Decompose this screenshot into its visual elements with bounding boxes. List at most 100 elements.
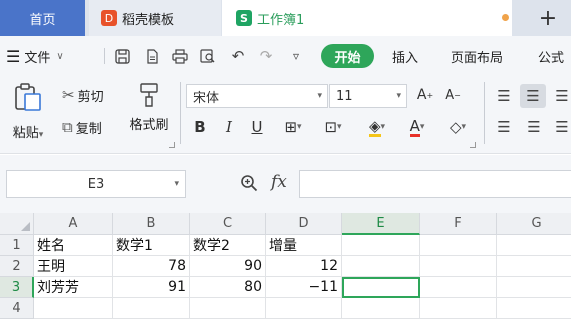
cell-d2[interactable]: 12 [266, 256, 342, 277]
cell-g3[interactable] [497, 277, 571, 298]
divider [484, 82, 485, 144]
column-header-f[interactable]: F [420, 213, 497, 235]
cell-c1[interactable]: 数学2 [190, 235, 266, 256]
font-size-select[interactable]: 11 ▾ [329, 84, 407, 108]
cell-f3[interactable] [420, 277, 497, 298]
fill-style-button[interactable]: ⊡ ▾ [316, 116, 350, 138]
font-color-button[interactable]: A ▾ [402, 116, 432, 138]
spreadsheet-grid: A B C D E F G 1 姓名 数学1 数学2 增量 2 王明 78 90 12 3 刘芳芳 91 80 −11 4 [0, 213, 571, 328]
italic-button[interactable]: I [220, 116, 238, 138]
row-header-3[interactable]: 3 [0, 277, 34, 298]
print-icon[interactable] [170, 46, 190, 66]
hamburger-icon: ☰ [6, 46, 21, 66]
cell-a4[interactable] [34, 298, 113, 319]
column-header-b[interactable]: B [113, 213, 190, 235]
column-header-e[interactable]: E [342, 213, 420, 235]
new-tab-button[interactable]: + [530, 4, 566, 32]
tab-workbook-label: 工作簿1 [257, 12, 305, 28]
fill-color-button[interactable]: ◈ ▾ [360, 116, 394, 138]
font-group-launcher[interactable] [470, 142, 476, 148]
cell-g4[interactable] [497, 298, 571, 319]
name-box[interactable]: E3 ▾ [6, 170, 186, 198]
row-header-4[interactable]: 4 [0, 298, 34, 319]
menu-bar: ☰ 文件 ∨ ↶ ↷ ▿ 开始 插入 页面布局 公式 [0, 36, 571, 76]
cell-a1[interactable]: 姓名 [34, 235, 113, 256]
cell-g1[interactable] [497, 235, 571, 256]
cell-d3[interactable]: −11 [266, 277, 342, 298]
cell-a2[interactable]: 王明 [34, 256, 113, 277]
tab-start[interactable]: 开始 [321, 44, 374, 68]
decrease-font-size-icon[interactable]: A − [442, 84, 464, 106]
font-name-select[interactable]: 宋体 ▾ [186, 84, 328, 108]
export-pdf-icon[interactable] [142, 46, 162, 66]
cell-d4[interactable] [266, 298, 342, 319]
row-header-2[interactable]: 2 [0, 256, 34, 277]
cell-style-icon: ⊡ [324, 118, 338, 136]
align-center-icon[interactable]: ☰ [524, 117, 544, 137]
cell-a3[interactable]: 刘芳芳 [34, 277, 113, 298]
align-right-icon[interactable]: ☰ [552, 117, 571, 137]
row-header-1[interactable]: 1 [0, 235, 34, 256]
format-painter-icon [140, 83, 158, 107]
docer-logo-icon: D [101, 10, 117, 26]
clipboard-group-launcher[interactable] [169, 142, 175, 148]
copy-label: 复制 [75, 121, 102, 137]
tab-template-label: 稻壳模板 [122, 12, 175, 28]
paste-button[interactable]: 粘贴▾ [8, 82, 48, 146]
tab-formula[interactable]: 公式 [538, 44, 564, 68]
file-menu-label: 文件 [24, 50, 51, 66]
cell-e3[interactable] [342, 277, 420, 298]
cut-button[interactable]: ✂ 剪切 [62, 84, 104, 106]
cell-f1[interactable] [420, 235, 497, 256]
cell-e1[interactable] [342, 235, 420, 256]
formula-input[interactable] [299, 170, 571, 198]
chevron-down-icon: ▾ [396, 91, 401, 101]
tab-workbook[interactable]: S 工作簿1 [222, 0, 512, 36]
cell-f2[interactable] [420, 256, 497, 277]
insert-function-icon[interactable]: fx [271, 172, 287, 192]
cell-f4[interactable] [420, 298, 497, 319]
cell-b2[interactable]: 78 [113, 256, 190, 277]
cell-e2[interactable] [342, 256, 420, 277]
cell-b3[interactable]: 91 [113, 277, 190, 298]
tab-page-layout[interactable]: 页面布局 [451, 44, 503, 68]
print-preview-icon[interactable] [198, 46, 218, 66]
select-all-corner[interactable] [0, 213, 34, 235]
cell-d1[interactable]: 增量 [266, 235, 342, 256]
copy-button[interactable]: ⧉ 复制 [62, 116, 102, 138]
align-middle-icon[interactable]: ☰ [520, 84, 546, 108]
cell-b4[interactable] [113, 298, 190, 319]
increase-font-size-icon[interactable]: A + [414, 84, 436, 106]
clear-button[interactable]: ◇ ▾ [442, 116, 474, 138]
cell-b1[interactable]: 数学1 [113, 235, 190, 256]
chevron-down-icon: ▾ [317, 91, 322, 101]
undo-icon[interactable]: ↶ [228, 46, 248, 66]
cell-c3[interactable]: 80 [190, 277, 266, 298]
underline-button[interactable]: U [248, 116, 266, 138]
align-top-icon[interactable]: ☰ [494, 86, 514, 106]
column-header-c[interactable]: C [190, 213, 266, 235]
zoom-icon[interactable] [240, 174, 258, 196]
format-painter-button[interactable]: 格式刷 [126, 82, 172, 146]
cell-g2[interactable] [497, 256, 571, 277]
save-icon[interactable] [112, 46, 132, 66]
tab-template[interactable]: D 稻壳模板 [89, 0, 221, 36]
borders-button[interactable]: ⊞ ▾ [278, 116, 308, 138]
tab-insert[interactable]: 插入 [392, 44, 418, 68]
file-menu[interactable]: ☰ 文件 ∨ [6, 44, 64, 68]
chevron-down-icon: ▾ [174, 179, 179, 189]
align-left-icon[interactable]: ☰ [494, 117, 514, 137]
paste-dropdown-icon: ▾ [38, 130, 44, 140]
redo-icon[interactable]: ↷ [256, 46, 276, 66]
cell-c4[interactable] [190, 298, 266, 319]
align-bottom-icon[interactable]: ☰ [552, 86, 571, 106]
column-header-g[interactable]: G [497, 213, 571, 235]
cell-c2[interactable]: 90 [190, 256, 266, 277]
column-header-a[interactable]: A [34, 213, 113, 235]
font-name-value: 宋体 [193, 90, 220, 106]
customize-toolbar-icon[interactable]: ▿ [286, 46, 306, 66]
cell-e4[interactable] [342, 298, 420, 319]
column-header-d[interactable]: D [266, 213, 342, 235]
tab-home[interactable]: 首页 [0, 0, 85, 36]
bold-button[interactable]: B [190, 116, 210, 138]
